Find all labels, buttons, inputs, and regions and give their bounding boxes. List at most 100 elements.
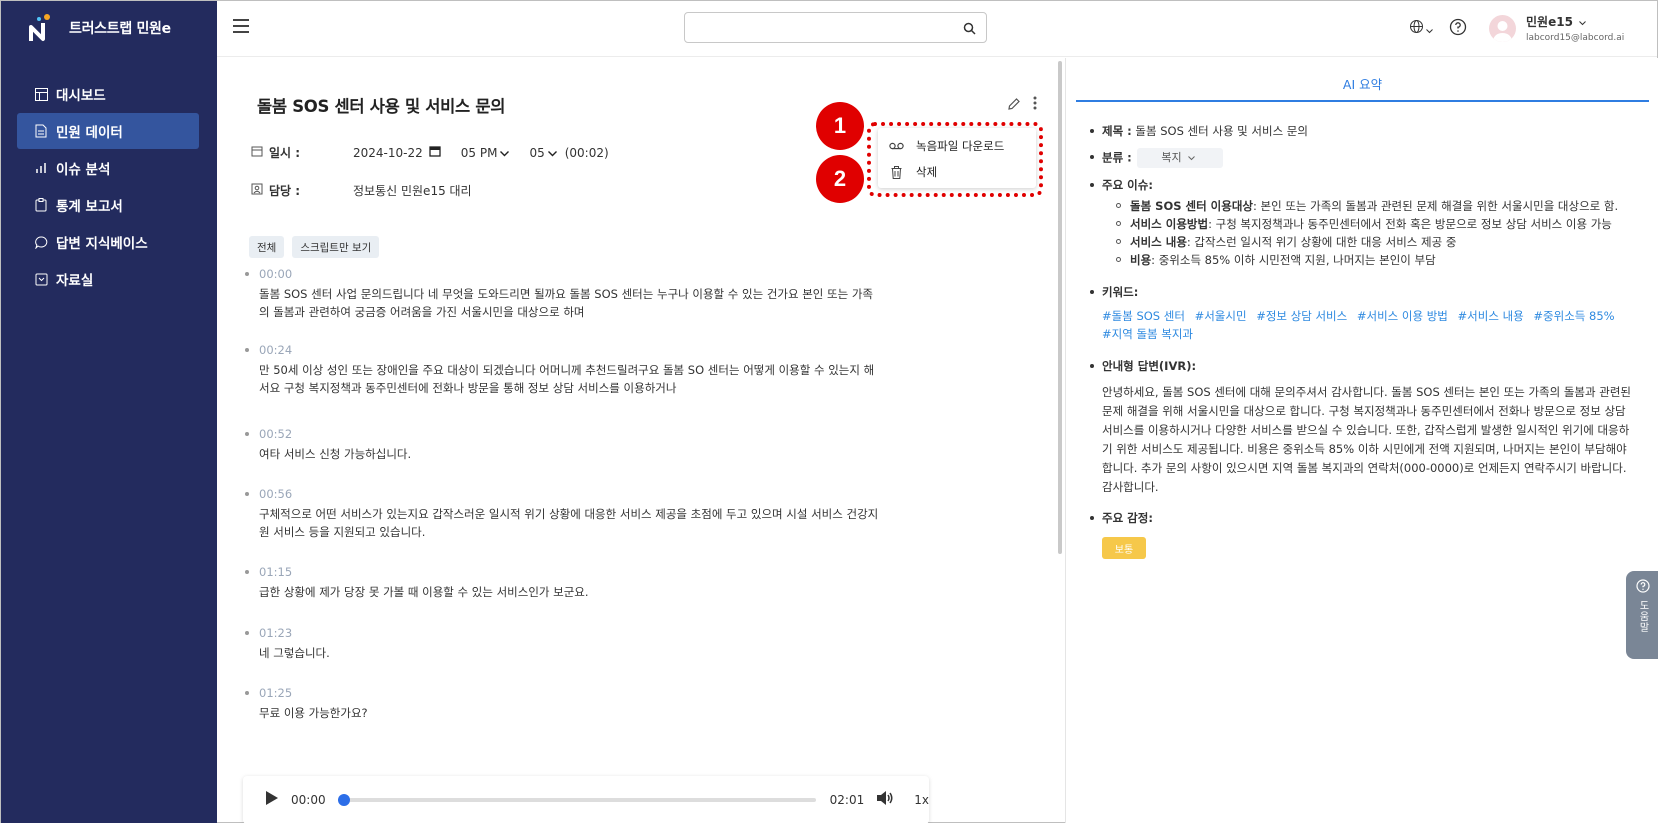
help-floating-button[interactable]: 도움말 [1626, 571, 1658, 659]
list-item[interactable]: 00:52 여타 서비스 신청 가능하십니다. [239, 424, 879, 484]
transcript-text: 여타 서비스 신청 가능하십니다. [259, 447, 412, 461]
top-header: 민원e15 labcord15@labcord.ai [217, 1, 1657, 57]
keyword-tag[interactable]: #중위소득 85% [1533, 309, 1614, 323]
list-item[interactable]: 01:25 무료 이용 가능한가요? [239, 683, 879, 733]
sidebar-nav: 대시보드 민원 데이터 이슈 분석 통계 보고서 답변 지식베이스 자료실 [17, 76, 199, 298]
timestamp: 00:56 [259, 487, 293, 501]
transcript-text: 돌봄 SOS 센터 사업 문의드립니다 네 무엇을 도와드리면 될까요 돌봄 S… [259, 287, 874, 319]
sidebar-item-complaint-data[interactable]: 민원 데이터 [17, 113, 199, 149]
help-icon [1635, 579, 1650, 596]
list-item[interactable]: 00:24 만 50세 이상 성인 또는 장애인을 주요 대상이 되겠습니다 어… [239, 340, 879, 424]
keyword-list: #돌봄 SOS 센터 #서울시민 #정보 상담 서비스 #서비스 이용 방법 #… [1088, 307, 1633, 343]
sidebar-item-dashboard[interactable]: 대시보드 [17, 76, 199, 112]
duration-text: (00:02) [564, 145, 609, 160]
list-item[interactable]: 01:15 급한 상황에 제가 당장 못 가볼 때 이용할 수 있는 서비스인가… [239, 562, 879, 623]
keyword-tag[interactable]: #지역 돌봄 복지과 [1102, 327, 1193, 341]
play-icon[interactable] [265, 790, 279, 810]
sidebar-item-issue-analysis[interactable]: 이슈 분석 [17, 150, 199, 186]
issue-text: : 구청 복지정책과나 동주민센터에서 전화 혹은 방문으로 정보 상담 서비스… [1208, 217, 1612, 231]
archive-icon [34, 272, 48, 286]
summary-emotion-row: 주요 감정: [1088, 509, 1633, 527]
more-options-icon[interactable] [1032, 95, 1038, 115]
issue-text: : 본인 또는 가족의 돌봄과 관련된 문제 해결을 위한 서울시민을 대상으로… [1253, 199, 1619, 213]
list-item[interactable]: 00:56 구체적으로 어떤 서비스가 있는지요 갑작스러운 일시적 위기 상황… [239, 484, 879, 562]
globe-icon [1409, 19, 1424, 38]
keyword-tag[interactable]: #정보 상담 서비스 [1256, 309, 1347, 323]
person-badge-icon [251, 183, 263, 198]
chevron-down-icon [1426, 19, 1433, 38]
ivr-answer-text: 안녕하세요, 돌봄 SOS 센터에 대해 문의주셔서 감사합니다. 돌봄 SOS… [1102, 385, 1631, 494]
issue-text: : 갑작스런 일시적 위기 상황에 대한 대응 서비스 제공 중 [1186, 235, 1457, 249]
list-item[interactable]: 01:23 네 그렇습니다. [239, 623, 879, 683]
progress-knob[interactable] [337, 794, 350, 806]
summary-title-value: 돌봄 SOS 센터 사용 및 서비스 문의 [1135, 124, 1308, 138]
edit-icon[interactable] [1007, 96, 1021, 115]
keyword-tag[interactable]: #서비스 이용 방법 [1357, 309, 1448, 323]
avatar [1489, 14, 1516, 42]
timestamp: 01:23 [259, 626, 293, 640]
search-box [684, 12, 987, 43]
help-icon[interactable] [1449, 18, 1467, 40]
user-profile[interactable]: 민원e15 labcord15@labcord.ai [1489, 13, 1624, 43]
assignee-row: 담당 : 정보통신 민원e15 대리 [251, 182, 472, 199]
chevron-down-icon [500, 146, 510, 160]
emotion-badge: 보통 [1102, 537, 1146, 559]
language-selector[interactable] [1409, 19, 1433, 38]
bar-chart-icon [34, 161, 48, 175]
sidebar-item-archive[interactable]: 자료실 [17, 261, 199, 297]
chevron-down-icon [1579, 15, 1586, 29]
filter-all-chip[interactable]: 전체 [249, 236, 285, 258]
calendar-icon [251, 145, 263, 160]
chevron-down-icon [1187, 149, 1195, 167]
summary-issues-row: 주요 이슈: 돌봄 SOS 센터 이용대상: 본인 또는 가족의 돌봄과 관련된… [1088, 176, 1633, 269]
assignee-label: 담당 : [269, 184, 301, 198]
ai-summary-content: 제목 : 돌봄 SOS 센터 사용 및 서비스 문의 분류 : 복지 주요 이슈… [1088, 122, 1633, 559]
sidebar-item-label: 통계 보고서 [56, 199, 123, 215]
search-icon[interactable] [963, 20, 976, 39]
transcript-text: 네 그렇습니다. [259, 646, 330, 660]
app-name: 트러스트랩 민원e [69, 21, 171, 37]
summary-title-row: 제목 : 돌봄 SOS 센터 사용 및 서비스 문의 [1088, 122, 1633, 140]
assignee-value: 정보통신 민원e15 대리 [353, 184, 472, 198]
total-time: 02:01 [829, 793, 865, 807]
summary-ivr-row: 안내형 답변(IVR): [1088, 357, 1633, 375]
progress-slider[interactable] [337, 794, 816, 806]
search-input[interactable] [693, 13, 943, 42]
datetime-label: 일시 : [269, 146, 301, 160]
hour-value: 05 PM [460, 145, 498, 160]
category-select[interactable]: 복지 [1137, 148, 1223, 168]
audio-player: 00:00 02:01 1x [243, 776, 929, 823]
timestamp: 01:15 [259, 565, 293, 579]
annotation-badge-1: 1 [816, 102, 864, 150]
keyword-tag[interactable]: #서비스 내용 [1458, 309, 1524, 323]
timestamp: 01:25 [259, 686, 293, 700]
category-value: 복지 [1161, 151, 1182, 164]
summary-ivr-label: 안내형 답변(IVR): [1102, 359, 1197, 373]
minute-select[interactable]: 05 [529, 145, 557, 160]
app-logo[interactable]: 트러스트랩 민원e [29, 13, 171, 43]
summary-category-label: 분류 : [1102, 150, 1132, 165]
document-icon [34, 124, 48, 138]
minute-value: 05 [529, 145, 545, 160]
annotation-highlight-box [867, 122, 1043, 197]
dashboard-icon [34, 87, 48, 101]
list-item[interactable]: 00:00 돌봄 SOS 센터 사업 문의드립니다 네 무엇을 도와드리면 될까… [239, 264, 879, 340]
scrollbar[interactable] [1058, 61, 1062, 554]
issue-item: 서비스 내용: 갑작스런 일시적 위기 상황에 대한 대응 서비스 제공 중 [1116, 233, 1633, 251]
menu-toggle-icon[interactable] [233, 19, 249, 33]
keyword-tag[interactable]: #서울시민 [1195, 309, 1247, 323]
filter-script-only-chip[interactable]: 스크립트만 보기 [292, 236, 380, 258]
tab-ai-summary[interactable]: AI 요약 [1076, 74, 1649, 102]
clipboard-icon [34, 198, 48, 212]
user-email: labcord15@labcord.ai [1526, 33, 1625, 43]
transcript-list: 00:00 돌봄 SOS 센터 사업 문의드립니다 네 무엇을 도와드리면 될까… [239, 264, 879, 733]
keyword-tag[interactable]: #돌봄 SOS 센터 [1102, 309, 1185, 323]
sidebar-item-knowledge-base[interactable]: 답변 지식베이스 [17, 224, 199, 260]
playback-speed[interactable]: 1x [914, 793, 929, 807]
sidebar: 트러스트랩 민원e 대시보드 민원 데이터 이슈 분석 통계 보고서 답변 지식… [1, 1, 217, 823]
chevron-down-icon [547, 146, 557, 160]
date-picker[interactable]: 2024-10-22 [353, 145, 441, 160]
volume-icon[interactable] [876, 790, 894, 810]
hour-select[interactable]: 05 PM [461, 146, 510, 160]
sidebar-item-stats-report[interactable]: 통계 보고서 [17, 187, 199, 223]
